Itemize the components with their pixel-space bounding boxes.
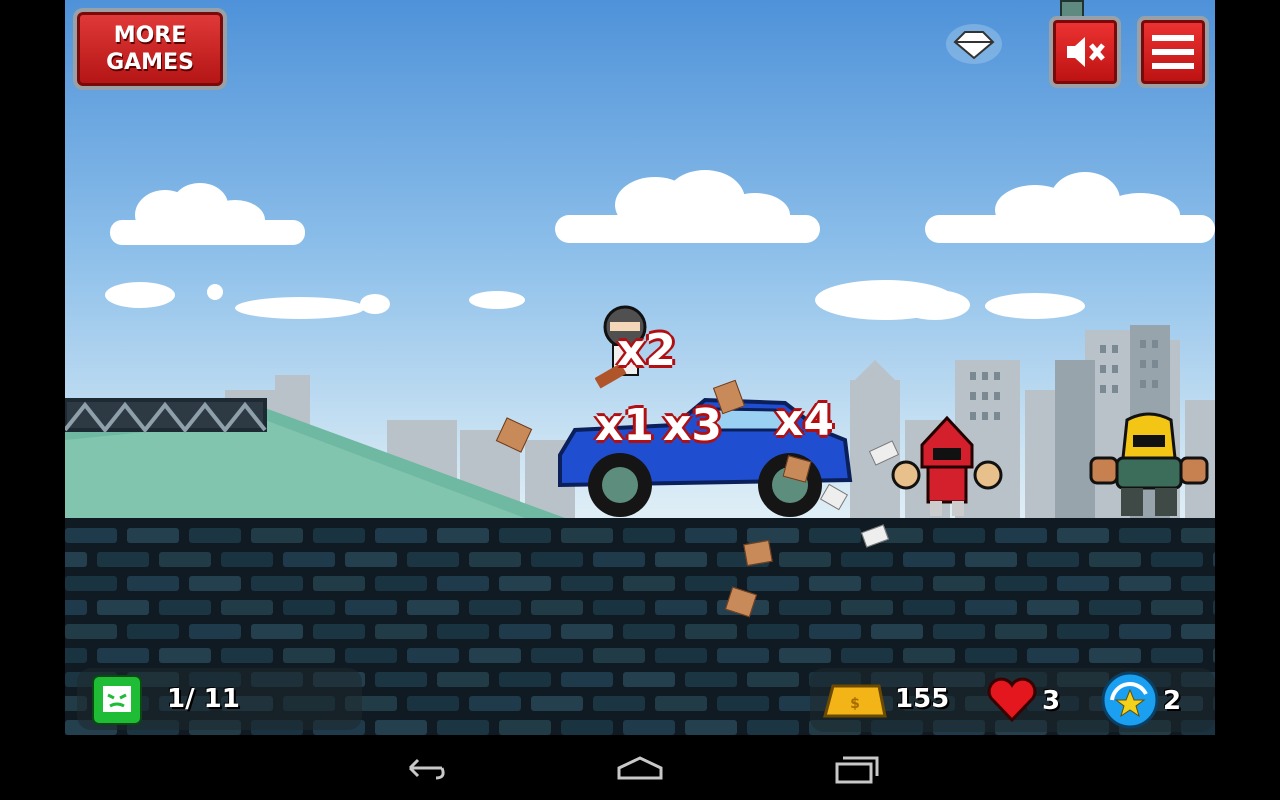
- lives-count: 3: [1042, 686, 1061, 716]
- angry-face-icon: [92, 675, 142, 725]
- combo-multiplier: x2: [617, 325, 676, 376]
- gold-bar-icon: $: [823, 684, 887, 718]
- debris-chunk: [743, 539, 773, 567]
- more-games-label: MORE: [113, 23, 187, 48]
- svg-text:$: $: [850, 696, 860, 712]
- more-games-button[interactable]: MORE GAMES: [73, 8, 227, 90]
- mute-icon: [1067, 37, 1105, 67]
- enemies-killed-count: 1/ 11: [167, 684, 240, 714]
- game-viewport[interactable]: x2 x1 x3 x4 MORE GAMES 1/ 11 $ 155 3 2: [65, 0, 1215, 735]
- combo-multiplier: x3: [663, 400, 722, 451]
- sound-toggle-button[interactable]: [1049, 16, 1121, 88]
- back-icon[interactable]: [402, 750, 448, 786]
- home-icon[interactable]: [615, 750, 665, 786]
- hamburger-menu-icon: [1152, 35, 1194, 69]
- red-ninja-enemy: [891, 415, 1003, 516]
- combo-multiplier: x4: [775, 395, 834, 446]
- heart-icon: [987, 677, 1037, 723]
- combo-multiplier: x1: [595, 400, 654, 451]
- diamond-icon: [946, 24, 1002, 64]
- special-count: 2: [1163, 686, 1182, 716]
- menu-button[interactable]: [1137, 16, 1209, 88]
- star-orb-icon: [1101, 671, 1159, 729]
- gold-count: 155: [895, 684, 950, 714]
- more-games-label: GAMES: [106, 50, 194, 75]
- yellow-robot-enemy: [1089, 412, 1209, 516]
- recent-apps-icon[interactable]: [833, 750, 881, 786]
- steel-girder: [65, 398, 267, 434]
